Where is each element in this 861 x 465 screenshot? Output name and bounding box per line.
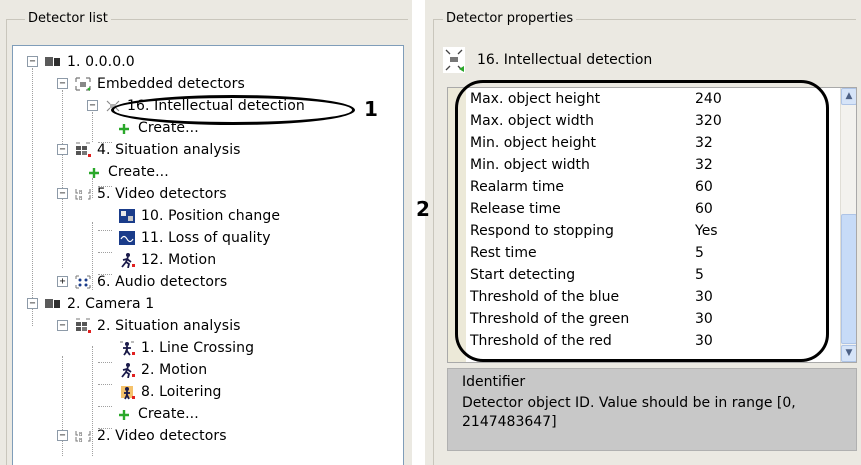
embedded-detectors-icon [74,76,92,92]
camera-server-icon [44,54,62,70]
situation-analysis-icon [74,142,92,158]
tree-item-video-detectors[interactable]: − BB 2. Video detectors [57,425,227,447]
tree-item-label: 12. Motion [141,252,217,268]
scroll-down-icon[interactable]: ▼ [841,345,856,362]
position-change-icon [118,208,136,224]
svg-text:B: B [79,438,83,444]
description-text: Detector object ID. Value should be in r… [462,395,796,430]
tree-item-label: 6. Audio detectors [97,274,228,290]
tree-item-video-detectors[interactable]: − BB 5. Video detectors [57,183,227,205]
collapse-toggle[interactable]: − [57,188,68,199]
properties-header-label: 16. Intellectual detection [477,52,653,68]
tree-item-label: Create... [138,406,199,422]
tree-item-label: 1. 0.0.0.0 [67,54,135,70]
collapse-toggle[interactable]: − [57,144,68,155]
tree-item-audio-detectors[interactable]: + 6. Audio detectors [57,271,227,293]
tree-item-label: Create... [108,164,169,180]
callout-ellipse-1 [111,95,355,125]
tree-item-label: 2. Video detectors [97,428,227,444]
callout-outline-2 [455,80,829,362]
loitering-icon [118,384,136,400]
video-detectors-icon: BB [74,186,92,202]
video-detectors-icon: BB [74,428,92,444]
audio-detectors-icon [74,274,92,290]
properties-header: 16. Intellectual detection [443,40,652,80]
collapse-toggle[interactable]: − [27,56,38,67]
collapse-toggle[interactable]: − [27,298,38,309]
callout-number-1: 1 [364,97,378,121]
tree-item-position-change[interactable]: 10. Position change [118,205,280,227]
add-icon [88,164,100,180]
tree-item-label: 8. Loitering [141,384,222,400]
detector-list-title: Detector list [25,11,111,26]
svg-text:B: B [79,196,83,202]
tree-item-label: 2. Situation analysis [97,318,241,334]
tree-item-line-crossing[interactable]: 1. Line Crossing [118,337,254,359]
collapse-toggle[interactable]: − [57,78,68,89]
situation-analysis-icon [74,318,92,334]
tree-item-loss-of-quality[interactable]: 11. Loss of quality [118,227,271,249]
expand-toggle[interactable]: + [57,276,68,287]
tree-item-motion[interactable]: 12. Motion [118,249,216,271]
tree-item-label: Embedded detectors [97,76,245,92]
property-description-panel: Identifier Detector object ID. Value sho… [447,368,857,451]
collapse-toggle[interactable]: − [57,320,68,331]
tree-item-situation-analysis[interactable]: − 2. Situation analysis [57,315,241,337]
collapse-toggle[interactable]: − [87,100,98,111]
properties-scrollbar[interactable]: ▲ ▼ [840,88,856,362]
right-group-border-side [433,19,434,465]
left-group-border-side [6,19,7,465]
callout-number-2: 2 [416,197,430,221]
camera-icon [44,296,62,312]
tree-item-create[interactable]: Create... [88,161,169,183]
tree-item-motion[interactable]: 2. Motion [118,359,207,381]
intellectual-detection-icon [443,47,465,73]
scroll-up-icon[interactable]: ▲ [841,88,856,105]
tree-item-label: 1. Line Crossing [141,340,255,356]
loss-of-quality-icon [118,230,136,246]
tree-item-label: 11. Loss of quality [141,230,271,246]
motion-icon [118,362,136,379]
add-icon [118,406,130,422]
tree-item-situation-analysis[interactable]: − 4. Situation analysis [57,139,241,161]
tree-item-server[interactable]: − 1. 0.0.0.0 [27,51,135,73]
tree-item-label: 10. Position change [141,208,281,224]
scroll-thumb[interactable] [841,214,856,344]
tree-item-embedded-detectors[interactable]: − Embedded detectors [57,73,245,95]
motion-icon [118,252,136,269]
tree-item-label: 2. Camera 1 [67,296,155,312]
tree-item-create[interactable]: Create... [118,403,199,425]
tree-item-loitering[interactable]: 8. Loitering [118,381,222,403]
tree-item-camera-1[interactable]: − 2. Camera 1 [27,293,154,315]
line-crossing-icon [118,340,136,356]
add-icon [118,120,130,136]
tree-item-label: 4. Situation analysis [97,142,241,158]
tree-item-label: 2. Motion [141,362,208,378]
detector-properties-title: Detector properties [443,11,577,26]
description-title: Identifier [462,374,526,390]
tree-item-label: 5. Video detectors [97,186,227,202]
collapse-toggle[interactable]: − [57,430,68,441]
